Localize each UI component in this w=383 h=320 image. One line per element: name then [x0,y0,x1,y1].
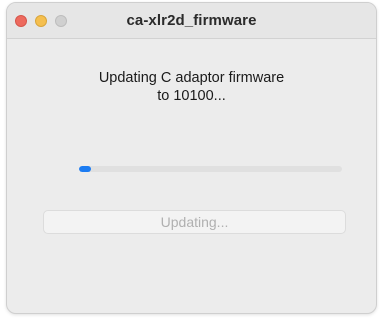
window-title: ca-xlr2d_firmware [126,12,257,29]
title-bar: ca-xlr2d_firmware [7,3,376,39]
progress-bar [79,166,342,172]
firmware-update-window: ca-xlr2d_firmware Updating C adaptor fir… [6,2,377,314]
status-message: Updating C adaptor firmware to 10100... [7,69,376,105]
updating-button[interactable]: Updating... [43,210,346,234]
status-message-line-2: to 10100... [157,88,226,104]
status-message-line-1: Updating C adaptor firmware [98,70,285,86]
progress-bar-fill [79,166,91,172]
